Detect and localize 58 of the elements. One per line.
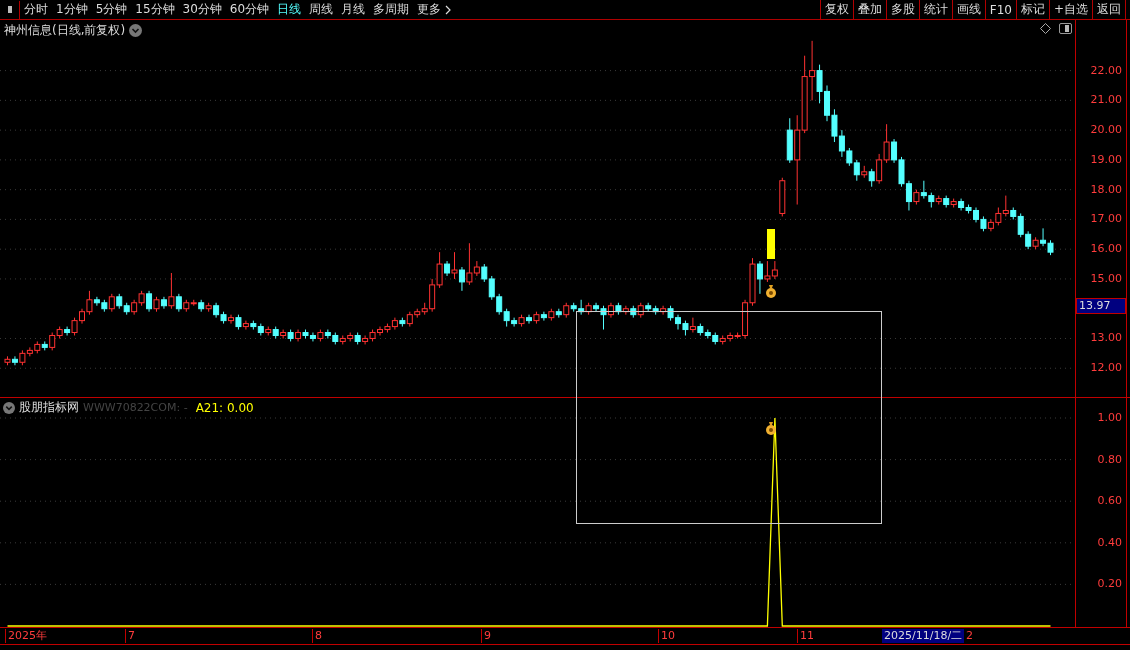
indicator-axis-label: 0.60: [1097, 493, 1122, 510]
toolbar-button[interactable]: F10: [984, 0, 1016, 19]
price-axis-label: 12.00: [1090, 360, 1122, 377]
toolbar-button[interactable]: 标记: [1015, 0, 1049, 19]
chevron-right-icon: [445, 4, 452, 15]
toolbar-button[interactable]: 复权: [819, 0, 853, 19]
period-tab[interactable]: 1分钟: [52, 0, 92, 19]
chart-title: 神州信息(日线,前复权): [4, 22, 126, 39]
candlestick: [779, 177, 786, 217]
series-name: A21: [195, 400, 220, 415]
period-tab[interactable]: 日线: [273, 0, 306, 19]
price-axis-label: 22.00: [1090, 62, 1122, 79]
period-tab[interactable]: 15分钟: [131, 0, 179, 19]
toolbar-button[interactable]: 返回: [1092, 0, 1125, 19]
price-axis-label: 19.00: [1090, 151, 1122, 168]
period-tab[interactable]: 分时: [20, 0, 52, 19]
diamond-icon[interactable]: [1040, 23, 1051, 34]
indicator-reading: : 0.00: [219, 400, 254, 415]
price-axis-label: 17.00: [1090, 211, 1122, 228]
date-label: 11: [797, 629, 814, 643]
indicator-axis-label: 1.00: [1097, 410, 1122, 426]
price-axis-label: 21.00: [1090, 92, 1122, 109]
indicator-axis-label: 0.80: [1097, 451, 1122, 468]
marker-bar: [767, 229, 775, 259]
toolbar-button[interactable]: 统计: [918, 0, 952, 19]
period-tab[interactable]: 多周期: [369, 0, 414, 19]
period-tab[interactable]: 5分钟: [91, 0, 132, 19]
period-tab[interactable]: 月线: [337, 0, 370, 19]
money-bag-icon: [764, 284, 778, 298]
indicator-name: 股朋指标网: [19, 399, 79, 416]
date-label: 2: [966, 629, 973, 643]
date-label: 10: [658, 629, 675, 643]
toolbar-button[interactable]: 画线: [951, 0, 985, 19]
cursor-date-label: 2025/11/18/二: [882, 629, 965, 643]
price-axis-label: 13.00: [1090, 330, 1122, 347]
toolbar-button[interactable]: 多股: [885, 0, 919, 19]
dropdown-icon[interactable]: [129, 24, 143, 37]
panel-toggle-icon[interactable]: [1059, 23, 1072, 34]
toolbar-button[interactable]: 叠加: [852, 0, 886, 19]
last-price-label: 13.97: [1076, 297, 1126, 314]
toolbar-button[interactable]: +自选: [1048, 0, 1092, 19]
price-axis-label: 18.00: [1090, 181, 1122, 198]
indicator-axis-label: 0.40: [1097, 534, 1122, 551]
date-label: 2025年: [5, 629, 47, 643]
period-tab[interactable]: 周线: [305, 0, 338, 19]
date-label: 8: [312, 629, 322, 643]
period-tab[interactable]: 60分钟: [225, 0, 274, 19]
price-axis-label: 15.00: [1090, 270, 1122, 287]
price-axis-label: 16.00: [1090, 241, 1122, 258]
date-label: 9: [481, 629, 491, 643]
period-tab[interactable]: 30分钟: [178, 0, 226, 19]
indicator-source: WWW70822COM: -: [83, 401, 188, 414]
money-bag-icon: [764, 421, 778, 435]
period-tab[interactable]: 更多: [413, 0, 456, 19]
date-label: 7: [125, 629, 135, 643]
indicator-axis-label: 0.20: [1097, 576, 1122, 593]
dropdown-icon[interactable]: [3, 401, 15, 414]
price-axis-label: 20.00: [1090, 122, 1122, 139]
